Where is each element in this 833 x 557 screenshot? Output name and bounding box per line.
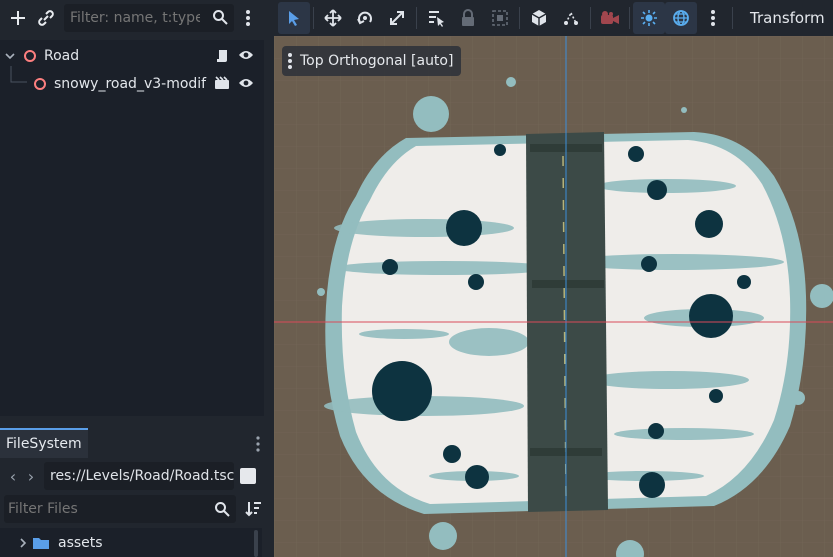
- chevron-down-icon[interactable]: [5, 51, 15, 61]
- folder-icon: [33, 538, 49, 549]
- left-dock: Road snowy_road_v3-modif FileSystem ‹ › …: [0, 0, 270, 557]
- camera-icon: [601, 11, 619, 24]
- open-in-editor-icon[interactable]: [214, 76, 230, 90]
- plus-icon: [11, 11, 25, 25]
- link-icon: [38, 10, 54, 26]
- toolbar-separator: [416, 7, 417, 29]
- scene-menu-button[interactable]: [240, 4, 256, 32]
- 3d-viewport[interactable]: Top Orthogonal [auto]: [274, 36, 833, 557]
- scene-toolbar: [0, 0, 270, 36]
- move-mode-button[interactable]: [317, 2, 349, 34]
- group-button[interactable]: [484, 2, 516, 34]
- rotate-mode-button[interactable]: [349, 2, 381, 34]
- view-mode-label: Top Orthogonal [auto]: [300, 53, 454, 69]
- fs-item-assets[interactable]: assets: [0, 532, 264, 554]
- list-select-button[interactable]: [420, 2, 452, 34]
- script-icon[interactable]: [216, 48, 230, 64]
- file-filter-input[interactable]: [8, 501, 198, 517]
- ruler-button[interactable]: [555, 2, 587, 34]
- environment-toggle-button[interactable]: [665, 2, 697, 34]
- sun-icon: [641, 10, 657, 26]
- snap-object-button[interactable]: [523, 2, 555, 34]
- kebab-icon: [246, 10, 250, 26]
- filesystem-filter-bar: [0, 494, 270, 524]
- kebab-icon: [711, 10, 715, 26]
- search-icon: [215, 502, 230, 517]
- visibility-eye-icon[interactable]: [238, 49, 254, 61]
- rotate-icon: [357, 11, 372, 25]
- toolbar-separator: [590, 7, 591, 29]
- path-text: res://Levels/Road/Road.tscn: [50, 468, 234, 484]
- cursor-arrow-icon: [289, 11, 299, 26]
- split-mode-icon[interactable]: [240, 468, 256, 484]
- bone-ruler-icon: [564, 12, 578, 25]
- visibility-eye-icon[interactable]: [238, 77, 254, 89]
- scene-tree: Road snowy_road_v3-modif: [0, 40, 264, 416]
- main-splitter[interactable]: [264, 0, 274, 557]
- scale-icon: [390, 11, 404, 25]
- chevron-right-icon[interactable]: [18, 538, 28, 548]
- toolbar-separator: [313, 7, 314, 29]
- path-field[interactable]: res://Levels/Road/Road.tscn: [44, 462, 234, 490]
- scale-mode-button[interactable]: [381, 2, 413, 34]
- view-mode-menu[interactable]: Top Orthogonal [auto]: [282, 46, 462, 76]
- transform-menu[interactable]: Transform: [750, 9, 825, 27]
- list-cursor-icon: [429, 11, 444, 27]
- tree-row-label: snowy_road_v3-modif: [54, 76, 207, 92]
- instance-scene-button[interactable]: [32, 4, 60, 32]
- group-icon: [492, 10, 508, 26]
- filesystem-tree: assets: [0, 528, 262, 557]
- toolbar-separator: [629, 7, 630, 29]
- lock-button[interactable]: [452, 2, 484, 34]
- back-arrow-icon[interactable]: ‹: [4, 467, 22, 486]
- filesystem-tabbar: FileSystem: [0, 426, 270, 458]
- tree-row-road[interactable]: Road: [0, 42, 264, 70]
- cube-icon: [531, 10, 547, 26]
- viewport-toolbar: Transform: [274, 0, 833, 36]
- kebab-icon: [288, 53, 292, 69]
- toolbar-separator: [732, 7, 733, 29]
- fs-item-label: assets: [58, 535, 103, 551]
- tab-label: FileSystem: [6, 436, 82, 452]
- file-filter-field[interactable]: [4, 495, 236, 523]
- filesystem-path-bar: ‹ › res://Levels/Road/Road.tscn: [0, 460, 270, 492]
- tree-row-label: Road: [44, 48, 80, 64]
- sun-toggle-button[interactable]: [633, 2, 665, 34]
- scene-filter-input[interactable]: [70, 10, 200, 26]
- tab-filesystem[interactable]: FileSystem: [0, 428, 88, 458]
- add-node-button[interactable]: [4, 4, 32, 32]
- scene-render: [274, 36, 833, 557]
- viewport-menu-button[interactable]: [697, 2, 729, 34]
- forward-arrow-icon[interactable]: ›: [22, 467, 40, 486]
- node3d-icon: [24, 50, 36, 62]
- fs-scrollbar[interactable]: [254, 530, 258, 557]
- search-icon: [213, 10, 228, 25]
- toolbar-separator: [519, 7, 520, 29]
- lock-icon: [462, 9, 474, 26]
- sort-icon[interactable]: [244, 500, 262, 518]
- kebab-icon[interactable]: [256, 436, 260, 452]
- node3d-icon: [34, 78, 46, 90]
- globe-icon: [673, 10, 689, 26]
- scene-filter-field[interactable]: [64, 4, 234, 32]
- tree-row-snowy-road[interactable]: snowy_road_v3-modif: [0, 70, 264, 98]
- dock-splitter[interactable]: [0, 416, 270, 426]
- select-mode-button[interactable]: [278, 2, 310, 34]
- camera-button[interactable]: [594, 2, 626, 34]
- move-icon: [324, 9, 342, 27]
